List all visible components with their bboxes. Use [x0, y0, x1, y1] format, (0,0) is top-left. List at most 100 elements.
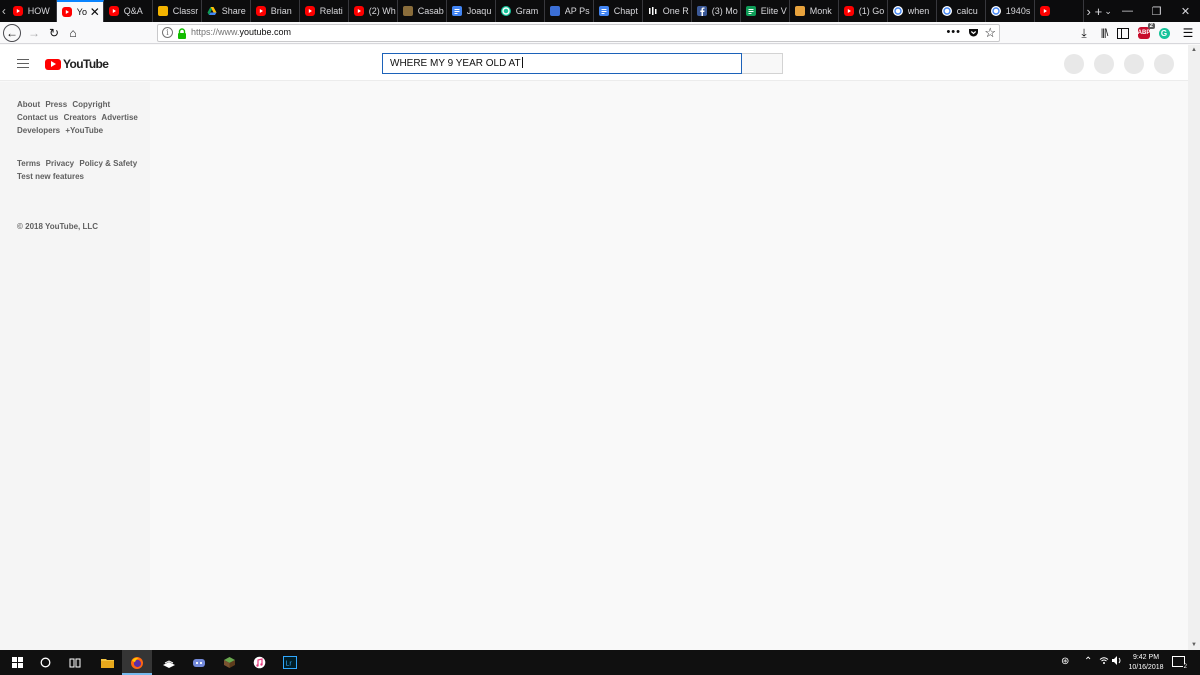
address-bar[interactable]: i https://www.youtube.com ••• ☆: [157, 24, 1000, 42]
search-button[interactable]: [742, 53, 783, 74]
notifications-icon[interactable]: [1124, 54, 1144, 74]
lightroom-icon[interactable]: Lr: [275, 650, 305, 675]
browser-tab[interactable]: Classr: [153, 0, 202, 22]
browser-tab[interactable]: Relati: [300, 0, 349, 22]
wifi-icon[interactable]: [1099, 656, 1109, 667]
tab-title: Yo: [76, 7, 87, 17]
guide-link[interactable]: Contact us: [17, 113, 58, 122]
task-view-icon[interactable]: [60, 650, 90, 675]
downloads-icon[interactable]: ⤓: [1077, 25, 1091, 41]
guide-link[interactable]: Press: [45, 100, 67, 109]
itunes-icon[interactable]: [244, 650, 274, 675]
library-icon[interactable]: |||\: [1096, 25, 1112, 41]
youtube-icon: [255, 6, 266, 16]
back-icon[interactable]: ←: [3, 24, 21, 42]
bookmark-star-icon[interactable]: ☆: [984, 25, 996, 41]
browser-tab[interactable]: Gram: [496, 0, 545, 22]
tab-title: (1) Go: [858, 6, 885, 16]
cortana-icon[interactable]: [30, 650, 60, 675]
list-all-tabs-icon[interactable]: ⌄: [1103, 0, 1113, 22]
url-text: https://www.youtube.com: [191, 27, 291, 37]
browser-tab[interactable]: (2) Wh: [349, 0, 398, 22]
grammarly-extension-icon[interactable]: G: [1157, 25, 1171, 41]
new-tab-icon[interactable]: +: [1094, 0, 1104, 22]
people-icon[interactable]: ⊛: [1061, 656, 1069, 667]
steam-icon[interactable]: [154, 650, 184, 675]
guide-link[interactable]: Developers: [17, 126, 60, 135]
open-menu-icon[interactable]: ☰: [1181, 25, 1195, 41]
browser-tab[interactable]: (1) Go: [839, 0, 888, 22]
scroll-up-icon[interactable]: ▲: [1191, 47, 1197, 53]
scroll-down-icon[interactable]: ▼: [1191, 642, 1197, 648]
browser-tab[interactable]: Casab: [398, 0, 447, 22]
minecraft-icon[interactable]: [214, 650, 244, 675]
avatar[interactable]: [1154, 54, 1174, 74]
firefox-icon[interactable]: [122, 650, 152, 675]
guide-sidebar: About Press Copyright Contact us Creator…: [0, 82, 150, 650]
browser-tab[interactable]: One R: [643, 0, 692, 22]
browser-tab[interactable]: Q&A: [104, 0, 153, 22]
guide-link[interactable]: Advertise: [101, 113, 137, 122]
tab-title: Classr: [172, 6, 199, 16]
scroll-tabs-left-icon[interactable]: ‹: [0, 0, 8, 22]
browser-tab[interactable]: Joaqu: [447, 0, 496, 22]
start-button[interactable]: [2, 650, 32, 675]
browser-tab[interactable]: Monk: [790, 0, 839, 22]
browser-tab[interactable]: Brian: [251, 0, 300, 22]
forward-icon[interactable]: →: [25, 24, 43, 42]
pocket-icon[interactable]: [968, 28, 979, 38]
guide-link[interactable]: Copyright: [72, 100, 110, 109]
browser-tab[interactable]: Chapt: [594, 0, 643, 22]
site-info-icon[interactable]: i: [162, 27, 173, 38]
close-window-icon[interactable]: ✕: [1171, 0, 1200, 22]
close-tab-icon[interactable]: ✕: [90, 5, 100, 19]
guide-link[interactable]: +YouTube: [65, 126, 103, 135]
guide-menu-icon[interactable]: [17, 59, 29, 68]
show-hidden-icons-icon[interactable]: ⌃: [1084, 656, 1092, 667]
system-clock[interactable]: 9:42 PM 10/16/2018: [1125, 653, 1167, 673]
scroll-tabs-right-icon[interactable]: ›: [1084, 0, 1094, 22]
minimize-icon[interactable]: —: [1113, 0, 1142, 22]
lock-icon: [178, 28, 186, 39]
adblock-extension-icon[interactable]: ABP 2: [1137, 23, 1155, 41]
tab-title: HOW: [27, 6, 50, 16]
browser-tab[interactable]: 1940s: [986, 0, 1035, 22]
guide-link[interactable]: Creators: [64, 113, 97, 122]
guide-link[interactable]: Privacy: [46, 159, 74, 168]
reload-icon[interactable]: ↻: [45, 24, 63, 42]
browser-tab[interactable]: AP Ps: [545, 0, 594, 22]
youtube-icon: [61, 7, 72, 17]
browser-tab[interactable]: [1035, 0, 1084, 22]
discord-icon[interactable]: [184, 650, 214, 675]
guide-link[interactable]: About: [17, 100, 40, 109]
tab-title: Share: [221, 6, 246, 16]
browser-tab[interactable]: HOW: [8, 0, 57, 22]
copyright-text: © 2018 YouTube, LLC: [17, 222, 99, 231]
guide-link[interactable]: Policy & Safety: [79, 159, 137, 168]
browser-tab[interactable]: calcu: [937, 0, 986, 22]
guide-links-secondary: Terms Privacy Policy & Safety Test new f…: [17, 157, 142, 183]
browser-tab[interactable]: (3) Mo: [692, 0, 741, 22]
google-icon: [941, 6, 952, 16]
page-actions-icon[interactable]: •••: [946, 26, 961, 38]
sidebar-toggle-icon[interactable]: [1116, 25, 1130, 41]
browser-tab[interactable]: Share: [202, 0, 251, 22]
person-icon: [549, 6, 560, 16]
guide-link[interactable]: Test new features: [17, 172, 84, 181]
page-scrollbar[interactable]: ▲ ▼: [1188, 45, 1200, 650]
create-icon[interactable]: [1064, 54, 1084, 74]
apps-icon[interactable]: [1094, 54, 1114, 74]
home-icon[interactable]: ⌂: [64, 24, 82, 42]
tab-title: Gram: [515, 6, 539, 16]
restore-icon[interactable]: ❐: [1142, 0, 1171, 22]
guide-link[interactable]: Terms: [17, 159, 40, 168]
tab-title: Brian: [270, 6, 292, 16]
action-center-icon[interactable]: 2: [1172, 656, 1188, 670]
browser-tab[interactable]: when: [888, 0, 937, 22]
volume-icon[interactable]: [1112, 656, 1123, 668]
search-input[interactable]: WHERE MY 9 YEAR OLD AT: [382, 53, 742, 74]
file-explorer-icon[interactable]: [92, 650, 122, 675]
youtube-logo[interactable]: YouTube: [45, 57, 109, 71]
browser-tab[interactable]: Yo ✕: [56, 0, 104, 22]
browser-tab[interactable]: Elite V: [741, 0, 790, 22]
